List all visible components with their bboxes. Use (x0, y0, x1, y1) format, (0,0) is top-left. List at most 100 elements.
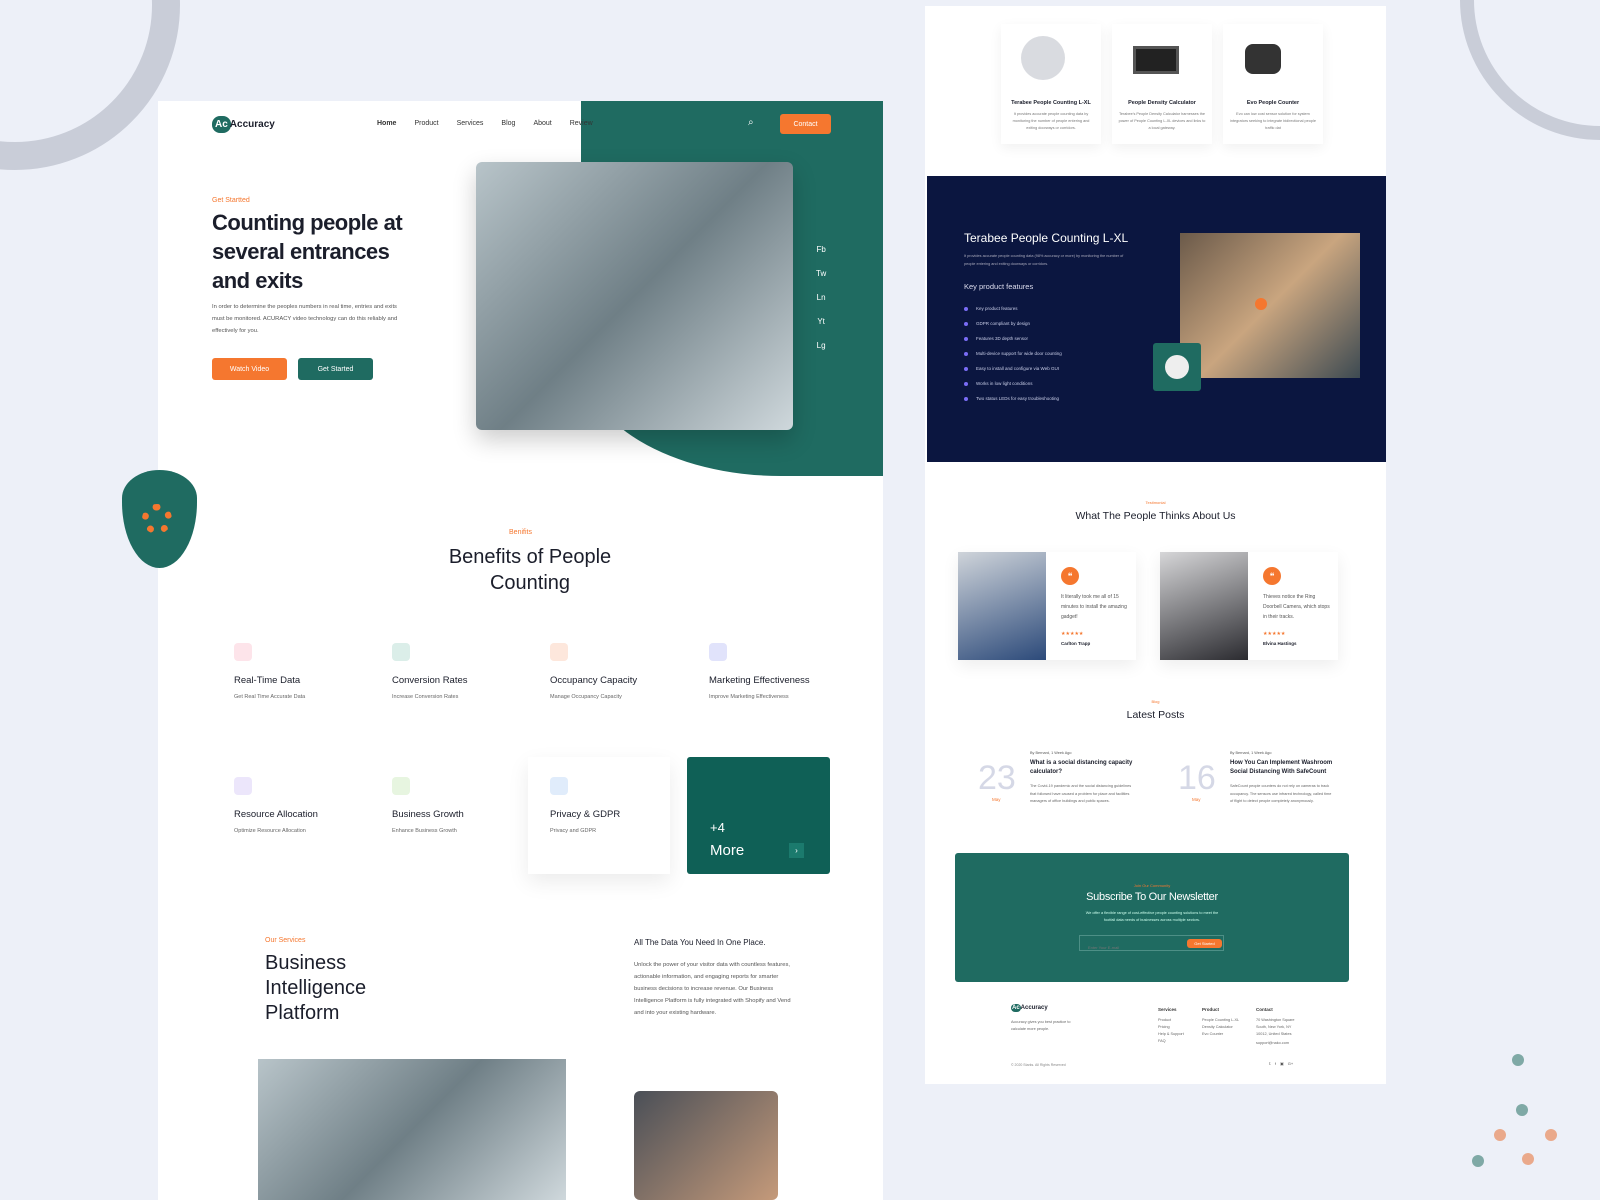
sensor-image (1021, 36, 1065, 80)
chevron-right-icon[interactable]: › (789, 843, 804, 858)
rating-stars: ★★★★★ (1061, 631, 1084, 637)
newsletter-title: Subscribe To Our Newsletter (1086, 891, 1218, 903)
decor-dot (1516, 1104, 1528, 1116)
nav-product[interactable]: Product (414, 120, 438, 127)
marketing-icon (709, 643, 727, 661)
benefits-title: Benefits of People Counting (448, 546, 612, 594)
footer-col-services: Services Product Pricing Help & Support FAQ (1158, 1007, 1184, 1043)
hero-image (476, 162, 793, 430)
decor-dot (1494, 1129, 1506, 1141)
footer-about: Accuracy gives you best practice to calc… (1011, 1020, 1071, 1031)
social-tw[interactable]: Tw (816, 269, 826, 278)
decor-circle (1460, 0, 1600, 140)
footer-col-contact: Contact 70 Washington Square South, New Y… (1256, 1007, 1295, 1045)
services-text: Unlock the power of your visitor data wi… (634, 962, 791, 1016)
main-nav: Home Product Services Blog About Review (377, 120, 611, 127)
office-video-image (1180, 233, 1360, 378)
services-title: Business Intelligence Platform (265, 952, 367, 1024)
landing-page-left: Ac Accuracy Home Product Services Blog Ab… (158, 101, 883, 1200)
rating-stars: ★★★★★ (1263, 631, 1286, 637)
social-links: Fb Tw Ln Yt Lg (816, 245, 826, 365)
decor-dot (1512, 1054, 1524, 1066)
services-eyebrow: Our Services (265, 937, 306, 944)
social-ln[interactable]: Ln (816, 293, 826, 302)
nav-about[interactable]: About (533, 120, 551, 127)
product-card[interactable]: Evo People Counter Evo can low cost senso… (1223, 24, 1323, 144)
footer-logo[interactable]: AcAccuracy (1011, 1004, 1048, 1012)
services-subtitle: All The Data You Need In One Place. (634, 938, 766, 947)
calculator-image (1133, 46, 1179, 74)
newsletter-text: We offer a flexible range of cost-effect… (1085, 911, 1219, 922)
hero-title: Counting people at several entrances and… (212, 210, 403, 293)
sensor-thumb (1153, 343, 1201, 391)
search-icon[interactable]: ⌕ (748, 117, 754, 128)
feature-subtitle: Key product features (964, 282, 1034, 291)
social-fb[interactable]: Fb (816, 245, 826, 254)
pie-chart-icon (392, 643, 410, 661)
benefit-item: Occupancy Capacity Manage Occupancy Capac… (550, 643, 690, 700)
feature-list: Key product features GDPR compliant by de… (964, 306, 1062, 411)
feature-title: Terabee People Counting L-XL (964, 231, 1129, 245)
play-icon[interactable] (1255, 298, 1267, 310)
database-icon (234, 643, 252, 661)
benefits-eyebrow: Benifits (509, 529, 532, 536)
benefit-item: Real-Time Data Get Real Time Accurate Dat… (234, 643, 374, 700)
more-count: +4 (710, 820, 725, 835)
more-benefits-card[interactable]: +4 More › (687, 757, 830, 874)
quote-icon: ❝ (1263, 567, 1281, 585)
get-started-button[interactable]: Get Started (298, 358, 373, 380)
benefit-item: Business Growth Enhance Business Growth (392, 777, 532, 834)
testimonial-card: ❝ Thieves notice the Ring Doorbell Camera… (1160, 552, 1338, 660)
nav-home[interactable]: Home (377, 120, 396, 127)
instagram-icon[interactable]: ▣ (1280, 1061, 1284, 1066)
benefit-item: Privacy & GDPR Privacy and GDPR (550, 777, 690, 834)
newsletter-section: Join Our Community Subscribe To Our News… (955, 853, 1349, 982)
product-card[interactable]: Terabee People Counting L-XL It provides … (1001, 24, 1101, 144)
posts-title: Latest Posts (1126, 709, 1185, 721)
watch-video-button[interactable]: Watch Video (212, 358, 287, 380)
hero-text: In order to determine the peoples number… (212, 304, 398, 334)
logo[interactable]: Ac Accuracy (212, 116, 275, 133)
decor-dot (1472, 1155, 1484, 1167)
landing-page-right: Terabee People Counting L-XL It provides … (925, 6, 1386, 1084)
hero-eyebrow: Get Startted (212, 197, 250, 204)
contact-button[interactable]: Contact (780, 114, 831, 134)
footer-col-product: Product People Counting L-XL Density Calcu… (1202, 1007, 1240, 1036)
services-image (258, 1059, 566, 1200)
copyright: © 2020 Starks. All Rights Reserved (1011, 1063, 1066, 1067)
nav-blog[interactable]: Blog (501, 120, 515, 127)
email-input[interactable] (1088, 945, 1178, 950)
growth-icon (392, 777, 410, 795)
person-image (634, 1091, 778, 1200)
product-card[interactable]: People Density Calculator Terabee's Peopl… (1112, 24, 1212, 144)
testimonial-title: What The People Thinks About Us (1075, 510, 1236, 522)
twitter-icon[interactable]: 𝕥 (1269, 1061, 1271, 1066)
nav-services[interactable]: Services (457, 120, 484, 127)
benefit-item: Conversion Rates Increase Conversion Rate… (392, 643, 532, 700)
feature-section: Terabee People Counting L-XL It provides… (927, 176, 1386, 462)
feature-text: It provides accurate people counting dat… (964, 254, 1124, 266)
facebook-icon[interactable]: f (1275, 1061, 1276, 1066)
benefit-item: Resource Allocation Optimize Resource All… (234, 777, 374, 834)
posts-eyebrow: Blog (1151, 699, 1160, 704)
social-lg[interactable]: Lg (816, 341, 826, 350)
decor-dot (1545, 1129, 1557, 1141)
more-label: More (710, 842, 745, 859)
lock-icon (550, 777, 568, 795)
rocket-icon (234, 777, 252, 795)
occupancy-icon (550, 643, 568, 661)
google-plus-icon[interactable]: G+ (1288, 1061, 1293, 1066)
testimonial-eyebrow: Testimonial (1145, 500, 1166, 505)
subscribe-button[interactable]: Get Started (1187, 939, 1222, 948)
newsletter-eyebrow: Join Our Community (1133, 883, 1171, 888)
footer-social: 𝕥 f ▣ G+ (1269, 1061, 1293, 1066)
decor-dot (1522, 1153, 1534, 1165)
social-yt[interactable]: Yt (816, 317, 826, 326)
testimonial-card: ❝ It literally took me all of 15 minutes … (958, 552, 1136, 660)
logo-text: Accuracy (229, 119, 275, 130)
email-field[interactable]: Get Started (1079, 935, 1224, 951)
quote-icon: ❝ (1061, 567, 1079, 585)
decor-circle (0, 0, 180, 170)
nav-review[interactable]: Review (570, 120, 593, 127)
counter-image (1245, 44, 1281, 74)
